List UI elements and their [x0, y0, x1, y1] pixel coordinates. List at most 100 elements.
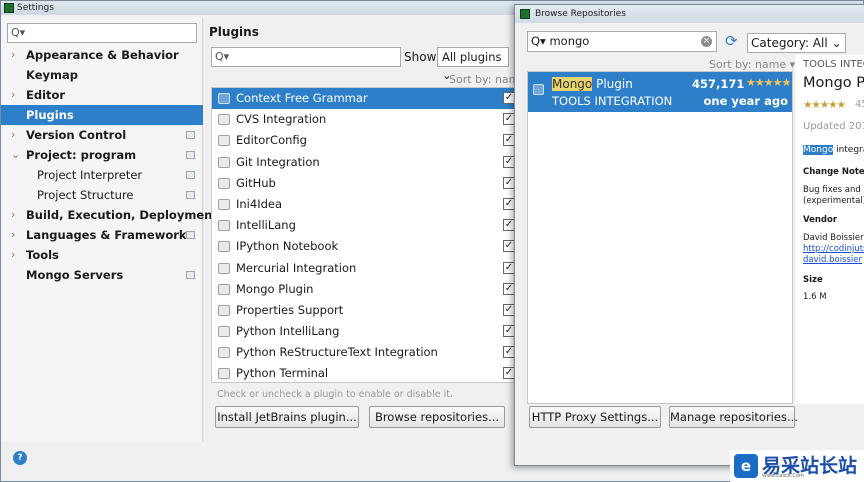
tree-item-appearance[interactable]: › Appearance & Behavior: [1, 45, 203, 65]
tree-item-label: Version Control: [26, 128, 127, 142]
plugin-row[interactable]: IntelliLang ✓: [212, 215, 516, 236]
plugin-name: Ini4Idea: [236, 196, 283, 211]
install-jetbrains-plugin-button[interactable]: Install JetBrains plugin...: [215, 406, 359, 428]
browse-repositories-button[interactable]: Browse repositories...: [369, 406, 505, 428]
plugin-row[interactable]: Context Free Grammar ✓: [212, 88, 516, 110]
search-highlight: Mongo: [552, 77, 593, 91]
plugin-icon: [218, 304, 230, 316]
plugin-row[interactable]: Properties Support ✓: [212, 300, 516, 321]
tree-item-version-control[interactable]: › Version Control: [1, 125, 203, 145]
app-icon: [520, 9, 530, 19]
size-value: 1.6 M: [803, 292, 827, 302]
tree-item-label: Project: program: [26, 148, 137, 162]
http-proxy-settings-button[interactable]: HTTP Proxy Settings...: [529, 406, 661, 428]
plugin-name: IntelliLang: [236, 218, 296, 233]
repository-search-input[interactable]: Q▾ mongo ×: [527, 31, 717, 52]
tree-item-label: Mongo Servers: [26, 268, 124, 282]
plugin-row[interactable]: Python ReStructureText Integration ✓: [212, 342, 516, 363]
tree-item-label: Project Interpreter: [37, 168, 143, 182]
tree-item-languages[interactable]: › Languages & Frameworks: [1, 225, 203, 245]
show-filter-select[interactable]: All plugins ⌄: [437, 47, 509, 82]
tree-item-label: Project Structure: [37, 188, 134, 202]
detail-downloads: 457,171: [855, 99, 864, 110]
watermark-subtext: Www.Easck.Com: [762, 473, 804, 479]
plugin-row[interactable]: CVS Integration ✓: [212, 109, 516, 130]
result-name: Mongo Plugin: [552, 77, 633, 91]
detail-description: Mongo integration: [803, 145, 864, 155]
project-scope-icon: [186, 271, 195, 279]
plugin-name: Context Free Grammar: [236, 91, 368, 105]
vendor-link[interactable]: http://codinjuts: [803, 244, 864, 255]
tree-item-keymap[interactable]: Keymap: [1, 65, 203, 85]
plugin-row[interactable]: Mongo Plugin ✓: [212, 279, 516, 300]
result-date: one year ago: [703, 94, 788, 108]
settings-title: Settings: [17, 3, 54, 13]
plugin-icon: [218, 368, 230, 380]
plugin-row[interactable]: IPython Notebook ✓: [212, 236, 516, 257]
size-heading: Size: [803, 275, 823, 285]
vendor-email-link[interactable]: david.boissier: [803, 255, 862, 266]
result-row-mongo-plugin[interactable]: Mongo Plugin TOOLS INTEGRATION 457,171 ★…: [528, 72, 792, 112]
result-name-rest: Plugin: [592, 77, 633, 91]
tree-item-plugins[interactable]: Plugins: [1, 105, 203, 125]
search-highlight: Mongo: [803, 145, 834, 155]
chevron-right-icon[interactable]: ›: [11, 245, 15, 265]
chevron-right-icon[interactable]: ›: [11, 125, 15, 145]
plugin-row[interactable]: EditorConfig ✓: [212, 130, 516, 151]
tree-item-project-structure[interactable]: Project Structure: [1, 185, 203, 205]
chevron-right-icon[interactable]: ›: [11, 45, 15, 65]
chevron-right-icon[interactable]: ›: [11, 205, 15, 225]
category-select[interactable]: Category: All ⌄: [747, 33, 846, 53]
plugin-details-panel: TOOLS INTEGRATION Mongo Plugin ★★★★★ 457…: [795, 55, 864, 404]
tree-item-label: Languages & Frameworks: [26, 228, 194, 242]
description-rest: integration: [836, 145, 864, 155]
sort-by-link[interactable]: Sort by: name ▾: [709, 58, 795, 71]
plugin-icon: [218, 241, 230, 253]
plugin-list: Context Free Grammar ✓ CVS Integration ✓ E…: [211, 87, 517, 383]
detail-category: TOOLS INTEGRATION: [803, 59, 864, 70]
plugin-name: Properties Support: [236, 302, 344, 317]
site-logo-icon: e: [734, 454, 758, 478]
plugin-row[interactable]: Python IntelliLang ✓: [212, 321, 516, 342]
tree-item-label: Plugins: [26, 108, 74, 122]
clear-search-icon[interactable]: ×: [701, 36, 712, 47]
plugin-hint-text: Check or uncheck a plugin to enable or d…: [217, 389, 453, 400]
plugin-icon: [218, 156, 230, 168]
tree-item-tools[interactable]: › Tools: [1, 245, 203, 265]
project-scope-icon: [186, 131, 195, 139]
plugin-search-input[interactable]: Q▾: [211, 47, 401, 67]
plugin-row[interactable]: Git Integration ✓: [212, 152, 516, 173]
chevron-right-icon[interactable]: ›: [11, 225, 15, 245]
project-scope-icon: [186, 171, 195, 179]
project-scope-icon: [186, 151, 195, 159]
chevron-down-icon[interactable]: ⌄: [11, 145, 20, 165]
tree-item-project-interpreter[interactable]: Project Interpreter: [1, 165, 203, 185]
tree-item-build[interactable]: › Build, Execution, Deployment: [1, 205, 218, 225]
plugin-row[interactable]: Python Terminal ✓: [212, 363, 516, 382]
change-notes-line: (experimental): [803, 196, 864, 206]
manage-repositories-button[interactable]: Manage repositories...: [669, 406, 798, 428]
tree-item-label: Keymap: [26, 68, 78, 82]
browse-repositories-window: Browse Repositories Q▾ mongo × ⟳ Categor…: [514, 4, 864, 466]
plugin-row[interactable]: Mercurial Integration ✓: [212, 258, 516, 279]
tree-item-mongo-servers[interactable]: Mongo Servers: [1, 265, 203, 285]
plugin-row[interactable]: Ini4Idea ✓: [212, 194, 516, 215]
tree-item-label: Tools: [26, 248, 59, 262]
project-scope-icon: [186, 231, 195, 239]
rating-stars-icon: ★★★★★: [746, 76, 791, 89]
tree-item-editor[interactable]: › Editor: [1, 85, 203, 105]
change-notes-line: Bug fixes and: [803, 185, 861, 195]
result-category: TOOLS INTEGRATION: [552, 94, 673, 108]
chevron-right-icon[interactable]: ›: [11, 85, 15, 105]
tree-item-project[interactable]: ⌄ Project: program: [1, 145, 203, 165]
settings-search-input[interactable]: Q▾: [7, 23, 197, 43]
refresh-icon[interactable]: ⟳: [725, 32, 738, 50]
plugin-icon: [218, 198, 230, 210]
plugin-name: Mercurial Integration: [236, 260, 357, 275]
plugin-row[interactable]: GitHub ✓: [212, 173, 516, 194]
plugin-icon: [218, 114, 230, 126]
help-icon[interactable]: ?: [13, 451, 27, 465]
plugin-icon: [218, 135, 230, 147]
project-scope-icon: [186, 191, 195, 199]
plugin-icon: [218, 93, 230, 104]
